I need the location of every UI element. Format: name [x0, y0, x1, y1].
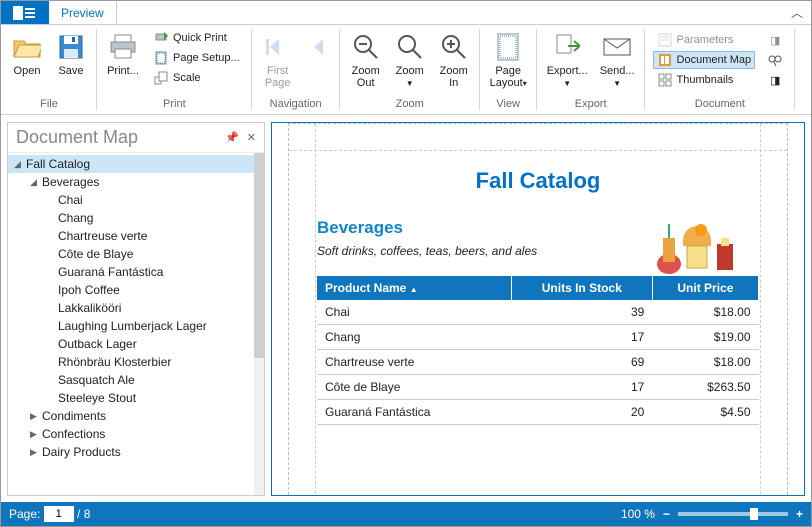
tree-node[interactable]: Ipoh Coffee — [8, 281, 264, 299]
preview-area[interactable]: Fall Catalog Beverages Soft drinks, coff… — [271, 122, 805, 496]
tree-scrollbar[interactable] — [254, 153, 264, 495]
table-row: Chartreuse verte69$18.00 — [317, 350, 759, 375]
document-tree[interactable]: ◢Fall Catalog◢BeveragesChaiChangChartreu… — [8, 153, 264, 495]
send-button[interactable]: Send...▼ — [594, 27, 641, 91]
page-input[interactable] — [44, 506, 74, 522]
group-print-label: Print — [163, 98, 186, 112]
first-page-button: FirstPage — [256, 27, 300, 91]
page-total: / 8 — [77, 507, 90, 521]
thumbnails-button[interactable]: Thumbnails — [653, 71, 756, 89]
document-map-panel: Document Map 📌 ✕ ◢Fall Catalog◢Beverages… — [7, 122, 265, 496]
document-map-button[interactable]: Document Map — [653, 51, 756, 69]
page-setup-button[interactable]: Page Setup... — [149, 49, 244, 67]
category-image — [647, 220, 747, 276]
zoom-minus-icon[interactable]: − — [663, 507, 670, 521]
close-icon[interactable]: ✕ — [247, 131, 256, 144]
zoom-slider[interactable] — [678, 512, 788, 516]
products-table: Product Name ▲Units In StockUnit Price C… — [317, 276, 759, 425]
pin-icon[interactable]: 📌 — [225, 131, 239, 144]
zoom-in-button[interactable]: ZoomIn — [432, 27, 476, 91]
zoom-plus-icon[interactable]: + — [796, 507, 803, 521]
tree-node[interactable]: Steeleye Stout — [8, 389, 264, 407]
zoom-out-button[interactable]: ZoomOut — [344, 27, 388, 91]
group-nav-label: Navigation — [270, 98, 322, 112]
report-title: Fall Catalog — [317, 168, 759, 194]
params-pane-icon: ◨ — [763, 31, 787, 49]
zoom-value: 100 % — [621, 507, 655, 521]
collapse-ribbon-icon[interactable]: ︿ — [791, 4, 803, 21]
zoom-button[interactable]: Zoom▼ — [388, 27, 432, 91]
tab-preview[interactable]: Preview — [49, 2, 117, 24]
parameters-button: Parameters — [653, 31, 756, 49]
group-export-label: Export — [575, 98, 607, 112]
export-button[interactable]: Export...▼ — [541, 27, 594, 91]
tree-node[interactable]: ▶Confections — [8, 425, 264, 443]
ribbon: Open Save File Print... Quick Print Page… — [1, 25, 811, 115]
tree-node[interactable]: Guaraná Fantástica — [8, 263, 264, 281]
prev-page-button — [300, 27, 336, 67]
page-layout-button[interactable]: PageLayout▾ — [484, 27, 533, 91]
find-button[interactable] — [763, 51, 787, 69]
open-button[interactable]: Open — [5, 27, 49, 79]
tree-node[interactable]: Outback Lager — [8, 335, 264, 353]
thumbs-pane-icon[interactable]: ◨ — [763, 71, 787, 89]
table-row: Guaraná Fantástica20$4.50 — [317, 400, 759, 425]
table-row: Chai39$18.00 — [317, 300, 759, 325]
scale-button[interactable]: Scale — [149, 69, 244, 87]
tree-node[interactable]: ▶Condiments — [8, 407, 264, 425]
document-map-title: Document Map — [16, 127, 138, 148]
tree-node[interactable]: ◢Beverages — [8, 173, 264, 191]
tree-node[interactable]: Chartreuse verte — [8, 227, 264, 245]
tree-node[interactable]: Laughing Lumberjack Lager — [8, 317, 264, 335]
group-file-label: File — [40, 98, 58, 112]
tree-node[interactable]: Côte de Blaye — [8, 245, 264, 263]
tree-node[interactable]: Lakkalikööri — [8, 299, 264, 317]
tree-node[interactable]: Rhönbräu Klosterbier — [8, 353, 264, 371]
tree-node[interactable]: ▶Dairy Products — [8, 443, 264, 461]
group-doc-label: Document — [695, 98, 745, 112]
page-label: Page: — [9, 507, 40, 521]
status-bar: Page: / 8 100 % − + — [1, 502, 811, 526]
quick-print-button[interactable]: Quick Print — [149, 29, 244, 47]
tree-node[interactable]: Chai — [8, 191, 264, 209]
app-icon[interactable] — [1, 1, 49, 24]
tree-node[interactable]: Sasquatch Ale — [8, 371, 264, 389]
print-button[interactable]: Print... — [101, 27, 145, 79]
table-row: Côte de Blaye17$263.50 — [317, 375, 759, 400]
group-view-label: View — [496, 98, 520, 112]
table-row: Chang17$19.00 — [317, 325, 759, 350]
save-button[interactable]: Save — [49, 27, 93, 79]
tree-node[interactable]: Chang — [8, 209, 264, 227]
report-page: Fall Catalog Beverages Soft drinks, coff… — [288, 123, 788, 496]
tree-node[interactable]: ◢Fall Catalog — [8, 155, 264, 173]
group-zoom-label: Zoom — [396, 98, 424, 112]
